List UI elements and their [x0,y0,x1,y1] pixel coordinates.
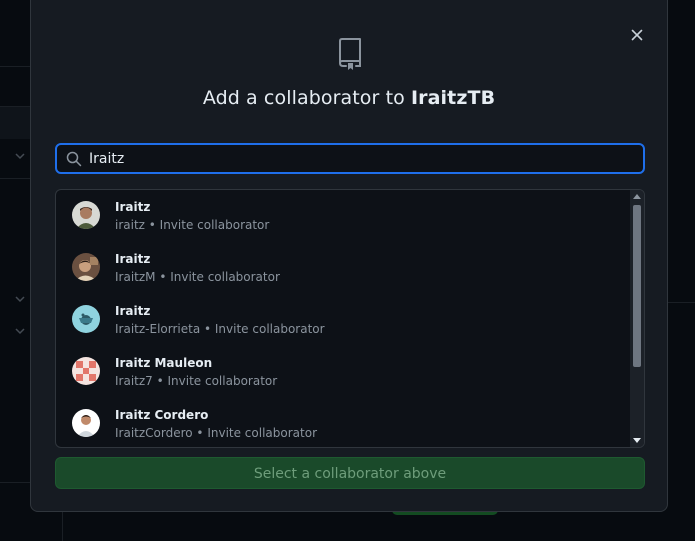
search-field[interactable] [55,143,645,174]
list-item[interactable]: Iraitz Mauleon Iraitz7 • Invite collabor… [56,346,630,398]
dialog-title-repo: IraitzTB [411,87,496,109]
list-item[interactable]: Iraitz Iraitz-Elorrieta • Invite collabo… [56,294,630,346]
result-subtitle: Iraitz7 • Invite collaborator [115,374,278,388]
avatar [72,253,100,281]
list-item[interactable]: Iraitz IraitzM • Invite collaborator [56,242,630,294]
result-name: Iraitz Cordero [115,408,209,422]
search-icon [66,151,82,166]
dialog-title: Add a collaborator to IraitzTB [31,87,667,109]
result-subtitle: IraitzM • Invite collaborator [115,270,280,284]
search-input[interactable] [89,150,629,167]
result-subtitle: iraitz • Invite collaborator [115,218,270,232]
scrollbar-thumb[interactable] [633,205,641,367]
result-name: Iraitz [115,304,151,318]
avatar [72,305,100,333]
scroll-up-arrow-icon[interactable] [630,190,644,202]
result-subtitle: Iraitz-Elorrieta • Invite collaborator [115,322,325,336]
result-name: Iraitz [115,252,151,266]
close-icon [631,29,643,41]
add-collaborator-dialog: Add a collaborator to IraitzTB Iraitz ir… [30,0,668,512]
results-list: Iraitz iraitz • Invite collaborator Irai… [55,189,645,448]
result-name: Iraitz Mauleon [115,356,213,370]
avatar [72,201,100,229]
result-name: Iraitz [115,200,151,214]
dialog-title-prefix: Add a collaborator to [202,87,411,109]
result-subtitle: IraitzCordero • Invite collaborator [115,426,317,440]
list-item[interactable]: Iraitz Cordero IraitzCordero • Invite co… [56,398,630,447]
avatar [72,409,100,437]
repo-icon [336,37,364,71]
close-button[interactable] [627,25,647,45]
scroll-down-arrow-icon[interactable] [630,435,644,447]
list-item[interactable]: Iraitz iraitz • Invite collaborator [56,190,630,242]
results-scrollbar[interactable] [630,190,644,447]
avatar [72,357,100,385]
select-collaborator-button[interactable]: Select a collaborator above [55,457,645,489]
